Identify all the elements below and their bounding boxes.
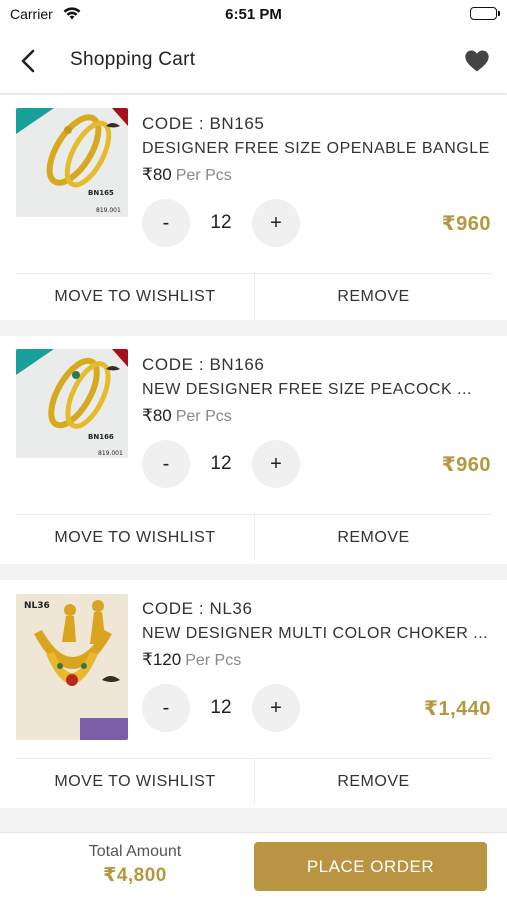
price-value: ₹80 — [142, 406, 172, 425]
product-name: NEW DESIGNER MULTI COLOR CHOKER ... — [142, 625, 489, 642]
chevron-left-icon — [21, 49, 35, 73]
clock: 6:51 PM — [225, 6, 282, 23]
quantity-stepper: - 12 + — [142, 199, 302, 249]
product-name: DESIGNER FREE SIZE OPENABLE BANGLE — [142, 140, 490, 157]
item-actions: MOVE TO WISHLIST REMOVE — [16, 758, 492, 805]
remove-button[interactable]: REMOVE — [254, 759, 492, 805]
quantity-stepper: - 12 + — [142, 684, 302, 734]
decrease-qty-button[interactable]: - — [142, 440, 190, 488]
item-total: ₹1,440 — [424, 698, 491, 720]
battery-icon — [470, 7, 500, 20]
product-code: CODE : BN165 — [142, 114, 265, 133]
item-total: ₹960 — [441, 454, 491, 476]
remove-button[interactable]: REMOVE — [254, 515, 492, 561]
thumb-code: 819.001 — [96, 207, 121, 214]
cart-item: NL36 CODE : NL36 NEW DESIGNER MULTI COLO… — [0, 580, 507, 808]
total-amount-value: ₹4,800 — [103, 865, 167, 886]
thumb-code: 819.001 — [98, 450, 123, 457]
total-amount-label: Total Amount — [88, 843, 182, 860]
cart-list[interactable]: BN165 819.001 CODE : BN165 DESIGNER FREE… — [0, 95, 507, 832]
unit-price: ₹80 Per Pcs — [142, 165, 232, 185]
move-to-wishlist-button[interactable]: MOVE TO WISHLIST — [16, 515, 254, 561]
heart-icon — [465, 50, 489, 72]
product-name: NEW DESIGNER FREE SIZE PEACOCK ... — [142, 381, 472, 398]
quantity-value: 12 — [210, 453, 232, 474]
decrease-qty-button[interactable]: - — [142, 199, 190, 247]
cart-item: BN165 819.001 CODE : BN165 DESIGNER FREE… — [0, 95, 507, 320]
remove-button[interactable]: REMOVE — [254, 274, 492, 320]
product-code: CODE : BN166 — [142, 355, 265, 374]
quantity-value: 12 — [210, 697, 232, 718]
price-value: ₹80 — [142, 165, 172, 184]
wishlist-button[interactable] — [463, 47, 491, 75]
cart-item: BN166 819.001 CODE : BN166 NEW DESIGNER … — [0, 336, 507, 564]
price-unit: Per Pcs — [185, 652, 242, 669]
place-order-button[interactable]: PLACE ORDER — [254, 842, 487, 891]
product-image[interactable]: NL36 — [16, 594, 128, 740]
product-image[interactable]: BN165 819.001 — [16, 108, 128, 217]
item-actions: MOVE TO WISHLIST REMOVE — [16, 273, 492, 320]
back-button[interactable] — [14, 46, 44, 76]
item-total: ₹960 — [441, 213, 491, 235]
item-actions: MOVE TO WISHLIST REMOVE — [16, 514, 492, 561]
cart-footer: Total Amount ₹4,800 PLACE ORDER — [0, 832, 507, 900]
increase-qty-button[interactable]: + — [252, 684, 300, 732]
increase-qty-button[interactable]: + — [252, 440, 300, 488]
thumb-tag: BN166 — [88, 433, 114, 441]
thumb-tag: NL36 — [24, 601, 50, 611]
quantity-value: 12 — [210, 212, 232, 233]
move-to-wishlist-button[interactable]: MOVE TO WISHLIST — [16, 759, 254, 805]
product-code: CODE : NL36 — [142, 599, 253, 618]
decrease-qty-button[interactable]: - — [142, 684, 190, 732]
price-unit: Per Pcs — [175, 167, 232, 184]
price-unit: Per Pcs — [175, 408, 232, 425]
price-value: ₹120 — [142, 650, 182, 669]
product-image[interactable]: BN166 819.001 — [16, 349, 128, 458]
unit-price: ₹120 Per Pcs — [142, 650, 241, 670]
page-title: Shopping Cart — [70, 49, 196, 70]
increase-qty-button[interactable]: + — [252, 199, 300, 247]
quantity-stepper: - 12 + — [142, 440, 302, 490]
move-to-wishlist-button[interactable]: MOVE TO WISHLIST — [16, 274, 254, 320]
unit-price: ₹80 Per Pcs — [142, 406, 232, 426]
status-bar: Carrier 6:51 PM — [0, 0, 507, 30]
thumb-tag: BN165 — [88, 189, 114, 197]
nav-bar: Shopping Cart — [0, 30, 507, 94]
